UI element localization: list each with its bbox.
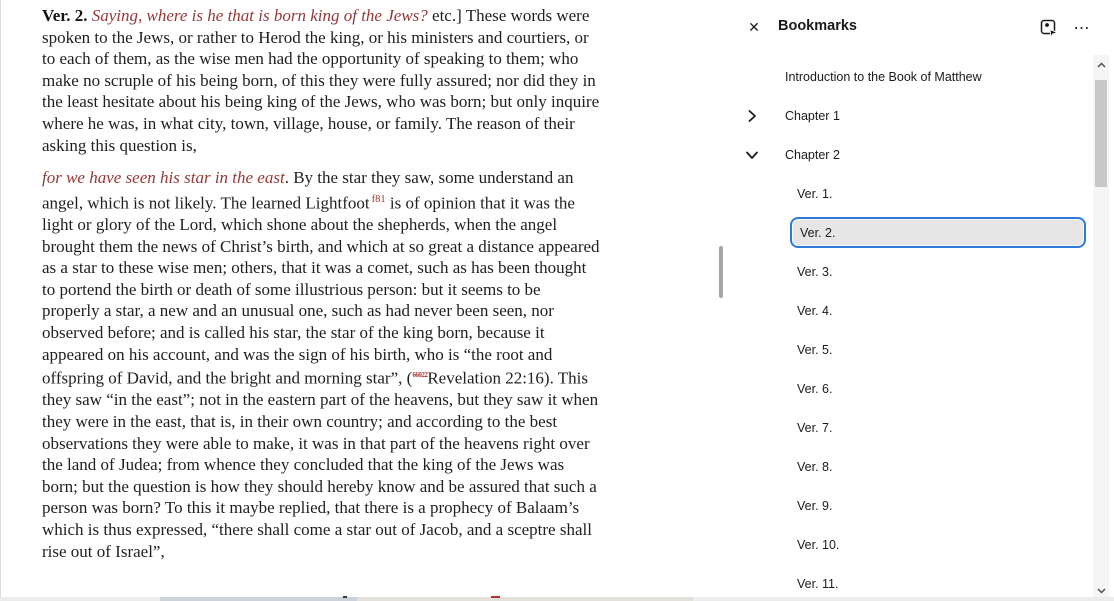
horizontal-scrollbar-thumb[interactable] xyxy=(160,597,357,601)
bookmark-item-label: Ver. 3. xyxy=(797,265,832,279)
bookmark-item[interactable]: Ver. 9. xyxy=(723,486,1095,525)
bookmark-item-label: Ver. 7. xyxy=(797,421,832,435)
bookmark-item-label: Ver. 6. xyxy=(797,382,832,396)
bookmark-item[interactable]: Ver. 6. xyxy=(723,369,1095,408)
bookmarks-list: Introduction to the Book of Matthew Chapt… xyxy=(723,57,1095,601)
paragraph-star-in-east: for we have seen his star in the east. B… xyxy=(42,167,600,562)
footnote-reference[interactable]: f81 xyxy=(372,194,386,205)
bookmark-item[interactable]: Ver. 3. xyxy=(723,252,1095,291)
bookmark-item[interactable]: Ver. 7. xyxy=(723,408,1095,447)
document-text: Ver. 2. Saying, where is he that is born… xyxy=(42,5,600,562)
commentary-text: etc.] These words were spoken to the Jew… xyxy=(42,6,599,155)
more-options-icon[interactable]: ⋯ xyxy=(1070,16,1094,40)
chevron-down-icon[interactable] xyxy=(745,148,759,162)
scroll-down-icon[interactable] xyxy=(1093,583,1109,598)
bookmarks-scrollbar[interactable] xyxy=(1093,55,1109,601)
scripture-reference-marker[interactable]: 66022 xyxy=(412,371,427,379)
bookmark-item[interactable]: Chapter 1 xyxy=(723,96,1095,135)
verse-quote: Saying, where is he that is born king of… xyxy=(92,6,428,25)
bookmark-item-label: Ver. 11. xyxy=(797,577,838,591)
verse-quote: for we have seen his star in the east xyxy=(42,168,285,187)
bottom-edge-strip xyxy=(0,597,1114,601)
bookmarks-scrollbar-thumb[interactable] xyxy=(1095,80,1107,187)
selected-bookmark-box[interactable]: Ver. 2. xyxy=(790,217,1086,248)
bookmark-item[interactable]: Ver. 1. xyxy=(723,174,1095,213)
bookmark-item-label: Ver. 2. xyxy=(800,226,835,240)
scroll-up-icon[interactable] xyxy=(1093,57,1109,72)
bookmark-item-label: Introduction to the Book of Matthew xyxy=(785,70,982,84)
bookmark-item-label: Ver. 10. xyxy=(797,538,839,552)
bookmark-item[interactable]: Ver. 4. xyxy=(723,291,1095,330)
chevron-right-icon[interactable] xyxy=(745,109,759,123)
bookmark-item-label: Ver. 5. xyxy=(797,343,832,357)
bookmark-item-label: Chapter 2 xyxy=(785,148,840,162)
document-pane: Ver. 2. Saying, where is he that is born… xyxy=(0,0,698,601)
close-icon[interactable]: ✕ xyxy=(743,16,765,38)
add-bookmark-icon[interactable] xyxy=(1037,16,1061,40)
bookmark-item[interactable]: Chapter 2 xyxy=(723,135,1095,174)
bookmark-item-label: Ver. 9. xyxy=(797,499,832,513)
verse-number: Ver. 2. xyxy=(42,6,92,25)
commentary-text: Revelation 22:16). This they saw “in the… xyxy=(42,369,598,561)
bookmark-item[interactable]: Ver. 8. xyxy=(723,447,1095,486)
bookmark-item[interactable]: Ver. 2. xyxy=(723,213,1095,252)
bookmarks-header: ✕ Bookmarks ⋯ xyxy=(723,0,1114,55)
bookmark-item-label: Ver. 8. xyxy=(797,460,832,474)
bookmark-item[interactable]: Ver. 11. xyxy=(723,564,1095,601)
bookmarks-panel: ✕ Bookmarks ⋯ Introduction to the Book o… xyxy=(723,0,1114,601)
commentary-text: is of opinion that it was the light or g… xyxy=(42,193,600,387)
paragraph-verse-2: Ver. 2. Saying, where is he that is born… xyxy=(42,5,600,156)
app-window: Ver. 2. Saying, where is he that is born… xyxy=(0,0,1114,601)
bookmark-item[interactable]: Introduction to the Book of Matthew xyxy=(723,57,1095,96)
clipped-glyph-mark xyxy=(343,596,347,598)
bookmark-item[interactable]: Ver. 10. xyxy=(723,525,1095,564)
bookmark-item-label: Ver. 4. xyxy=(797,304,832,318)
clipped-footnote-mark xyxy=(491,596,500,598)
panel-title: Bookmarks xyxy=(778,18,857,34)
bookmark-item-label: Ver. 1. xyxy=(797,187,832,201)
bookmark-item-label: Chapter 1 xyxy=(785,109,840,123)
bookmark-item[interactable]: Ver. 5. xyxy=(723,330,1095,369)
